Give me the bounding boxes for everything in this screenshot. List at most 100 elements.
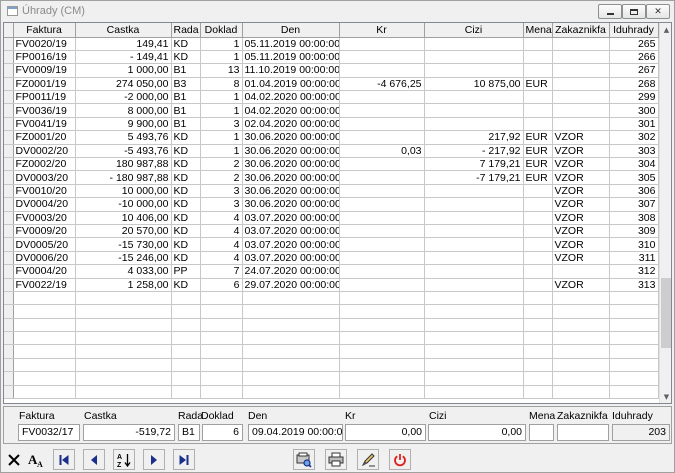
- cell-zakaznikfa[interactable]: VZOR: [552, 224, 610, 239]
- cell-zakaznikfa[interactable]: VZOR: [552, 157, 610, 172]
- empty-cell[interactable]: [200, 358, 243, 373]
- close-button[interactable]: [3, 449, 25, 470]
- cell-iduhrady[interactable]: 311: [609, 251, 659, 266]
- empty-cell[interactable]: [242, 318, 340, 333]
- column-header-den[interactable]: Den: [242, 23, 340, 38]
- empty-cell[interactable]: [552, 318, 610, 333]
- cell-rada[interactable]: KD: [171, 278, 201, 292]
- table-row[interactable]: FV0003/20 10 406,00 KD 4 03.07.2020 00:00:00…: [4, 211, 659, 225]
- row-indicator[interactable]: [4, 37, 14, 51]
- cell-iduhrady[interactable]: 265: [609, 37, 659, 51]
- column-header-cizi[interactable]: Cizi: [424, 23, 524, 38]
- empty-cell[interactable]: [609, 318, 659, 333]
- cell-zakaznikfa[interactable]: VZOR: [552, 278, 610, 292]
- column-header-castka[interactable]: Castka: [75, 23, 172, 38]
- cell-castka[interactable]: 274 050,00: [75, 77, 172, 92]
- row-indicator[interactable]: [4, 130, 14, 145]
- empty-cell[interactable]: [552, 385, 610, 400]
- cell-kr[interactable]: [339, 103, 425, 118]
- empty-cell[interactable]: [242, 291, 340, 306]
- cell-cizi[interactable]: [424, 224, 524, 239]
- cell-kr[interactable]: [339, 63, 425, 78]
- row-indicator[interactable]: [4, 278, 14, 292]
- empty-cell[interactable]: [242, 304, 340, 319]
- cell-kr[interactable]: [339, 264, 425, 279]
- cell-kr[interactable]: [339, 117, 425, 132]
- row-indicator[interactable]: [4, 197, 14, 212]
- empty-cell[interactable]: [171, 331, 201, 346]
- cell-zakaznikfa[interactable]: VZOR: [552, 237, 610, 252]
- cell-faktura[interactable]: FV0022/19: [13, 278, 76, 292]
- cell-kr[interactable]: -4 676,25: [339, 77, 425, 92]
- empty-cell[interactable]: [13, 358, 76, 373]
- table-row[interactable]: FV0009/19 1 000,00 B1 13 11.10.2019 00:00:00…: [4, 63, 659, 78]
- cell-kr[interactable]: [339, 184, 425, 199]
- cell-doklad[interactable]: 6: [200, 278, 243, 292]
- cell-kr[interactable]: [339, 90, 425, 105]
- empty-cell[interactable]: [171, 358, 201, 373]
- cell-mena[interactable]: EUR: [523, 130, 553, 145]
- cell-rada[interactable]: KD: [171, 237, 201, 252]
- cell-kr[interactable]: [339, 170, 425, 185]
- table-row[interactable]: FV0004/20 4 033,00 PP 7 24.07.2020 00:00:00 3…: [4, 264, 659, 279]
- cell-doklad[interactable]: 4: [200, 211, 243, 225]
- empty-cell[interactable]: [13, 331, 76, 346]
- empty-cell[interactable]: [424, 358, 524, 373]
- maximize-button[interactable]: [622, 4, 646, 19]
- cell-cizi[interactable]: [424, 184, 524, 199]
- cell-castka[interactable]: 10 000,00: [75, 184, 172, 199]
- cell-faktura[interactable]: FP0011/19: [13, 90, 76, 105]
- cell-castka[interactable]: -15 246,00: [75, 251, 172, 266]
- cell-cizi[interactable]: [424, 237, 524, 252]
- empty-cell[interactable]: [339, 371, 425, 386]
- cell-rada[interactable]: KD: [171, 130, 201, 145]
- cell-cizi[interactable]: [424, 264, 524, 279]
- cell-mena[interactable]: [523, 211, 553, 225]
- cell-doklad[interactable]: 1: [200, 130, 243, 145]
- cell-castka[interactable]: -15 730,00: [75, 237, 172, 252]
- cell-iduhrady[interactable]: 306: [609, 184, 659, 199]
- cell-faktura[interactable]: FV0003/20: [13, 211, 76, 225]
- cell-zakaznikfa[interactable]: [552, 50, 610, 65]
- print-button[interactable]: [325, 449, 347, 470]
- table-row[interactable]: FV0041/19 9 900,00 B1 3 02.04.2020 00:00:00 3…: [4, 117, 659, 132]
- row-indicator[interactable]: [4, 331, 14, 346]
- cell-den[interactable]: 03.07.2020 00:00:00: [242, 251, 340, 266]
- table-row[interactable]: FZ0001/20 5 493,76 KD 1 30.06.2020 00:00:00 2…: [4, 130, 659, 145]
- cell-iduhrady[interactable]: 310: [609, 237, 659, 252]
- cell-faktura[interactable]: FV0041/19: [13, 117, 76, 132]
- previous-record-button[interactable]: [83, 449, 105, 470]
- kr-field[interactable]: 0,00: [345, 424, 426, 441]
- empty-cell[interactable]: [75, 331, 172, 346]
- empty-cell[interactable]: [523, 344, 553, 359]
- empty-cell[interactable]: [200, 331, 243, 346]
- row-indicator[interactable]: [4, 304, 14, 319]
- cell-mena[interactable]: [523, 251, 553, 266]
- cell-mena[interactable]: EUR: [523, 77, 553, 92]
- cell-rada[interactable]: KD: [171, 37, 201, 51]
- empty-cell[interactable]: [242, 358, 340, 373]
- empty-cell[interactable]: [552, 358, 610, 373]
- empty-cell[interactable]: [200, 291, 243, 306]
- empty-cell[interactable]: [13, 318, 76, 333]
- empty-cell[interactable]: [75, 358, 172, 373]
- cell-castka[interactable]: -10 000,00: [75, 197, 172, 212]
- cell-zakaznikfa[interactable]: [552, 63, 610, 78]
- empty-cell[interactable]: [552, 331, 610, 346]
- empty-cell[interactable]: [424, 318, 524, 333]
- cell-faktura[interactable]: FZ0001/20: [13, 130, 76, 145]
- empty-cell[interactable]: [339, 385, 425, 400]
- empty-cell[interactable]: [13, 344, 76, 359]
- cell-doklad[interactable]: 8: [200, 77, 243, 92]
- row-indicator[interactable]: [4, 385, 14, 400]
- empty-cell[interactable]: [13, 291, 76, 306]
- row-indicator[interactable]: [4, 358, 14, 373]
- cell-castka[interactable]: 1 000,00: [75, 63, 172, 78]
- empty-cell[interactable]: [171, 344, 201, 359]
- empty-cell[interactable]: [339, 291, 425, 306]
- empty-row[interactable]: [4, 358, 659, 373]
- empty-cell[interactable]: [200, 371, 243, 386]
- empty-cell[interactable]: [339, 344, 425, 359]
- empty-cell[interactable]: [242, 385, 340, 400]
- empty-cell[interactable]: [609, 291, 659, 306]
